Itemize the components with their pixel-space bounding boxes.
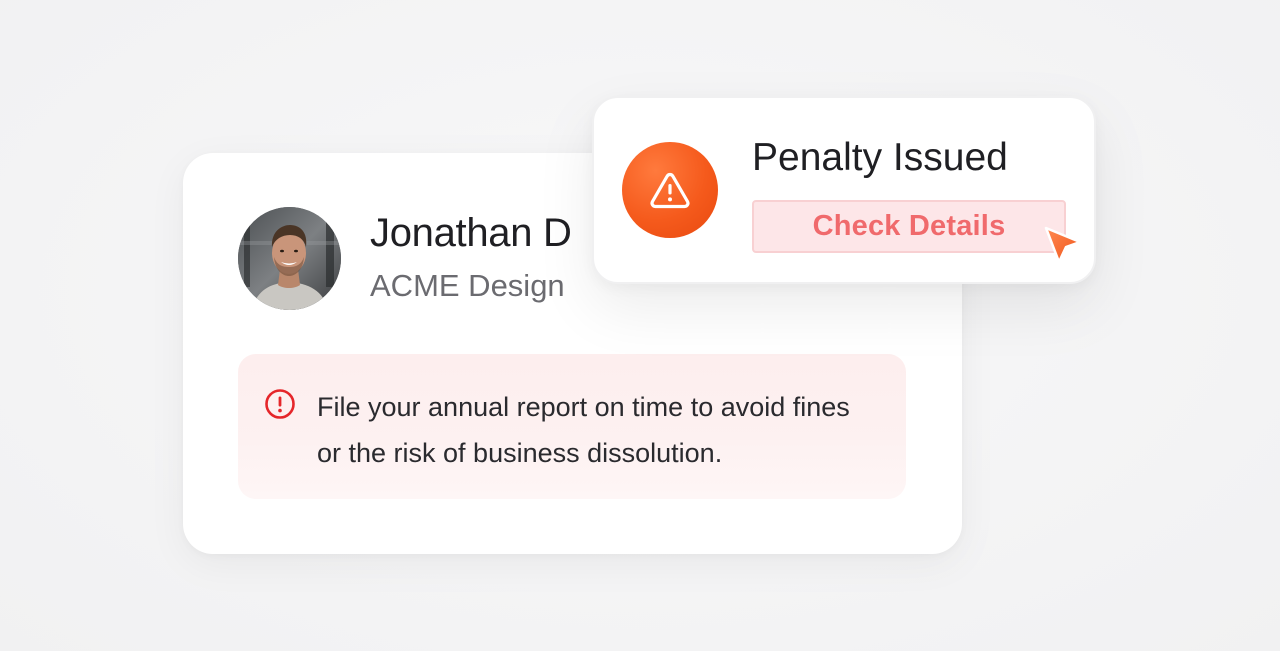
annual-report-notice: File your annual report on time to avoid… (238, 354, 906, 499)
canvas-background: Jonathan D ACME Design File your annual … (0, 0, 1280, 651)
company-name: ACME Design (370, 268, 565, 303)
exclamation-circle-icon (265, 389, 295, 419)
check-details-button[interactable]: Check Details (752, 200, 1066, 253)
warning-triangle-icon (650, 172, 690, 209)
user-name: Jonathan D (370, 211, 572, 255)
avatar-photo-icon (238, 207, 341, 310)
notice-message: File your annual report on time to avoid… (317, 392, 850, 468)
avatar (238, 207, 341, 310)
cursor-pointer-icon (1044, 226, 1082, 264)
penalty-card: Penalty Issued Check Details (592, 96, 1096, 284)
alert-badge (622, 142, 718, 238)
penalty-title: Penalty Issued (752, 136, 1008, 179)
